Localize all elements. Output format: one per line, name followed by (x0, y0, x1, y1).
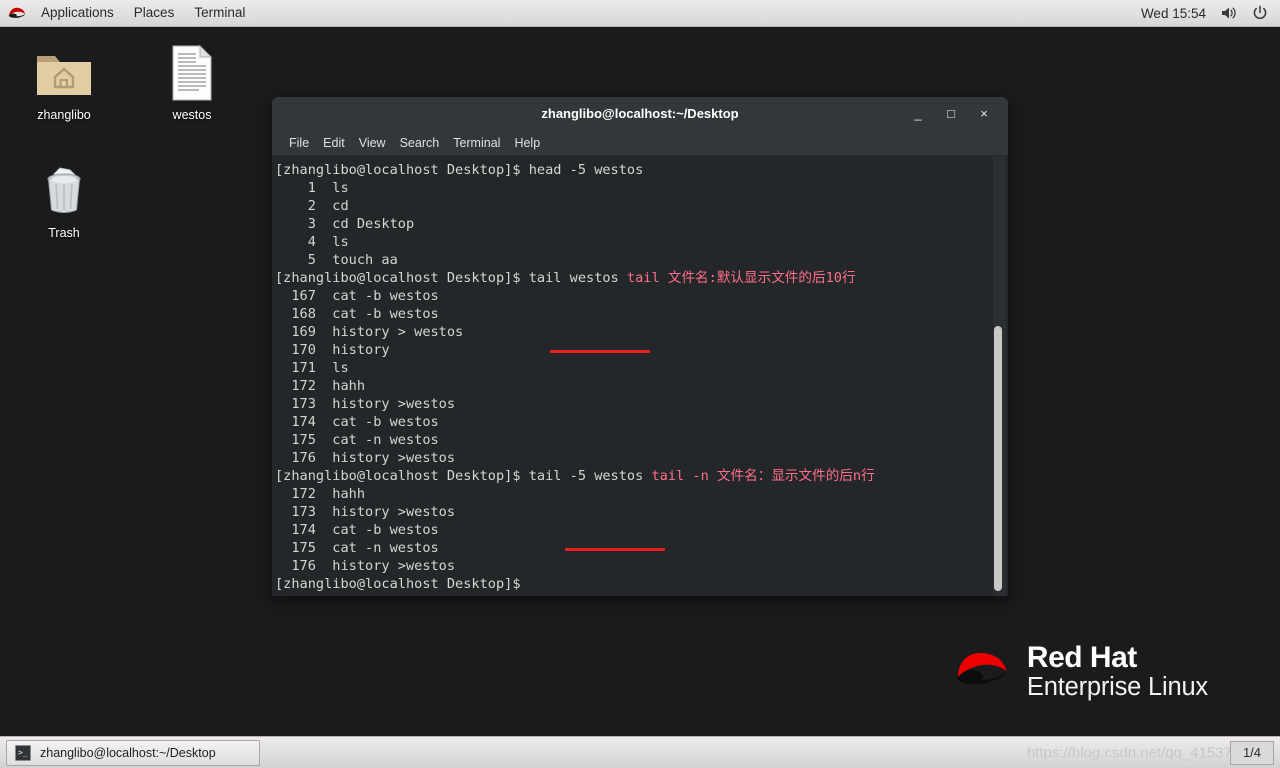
terminal-output-line: 176 history >westos (275, 450, 456, 466)
terminal-title: zhanglibo@localhost:~/Desktop (541, 106, 739, 121)
terminal-output-line: 171 ls (275, 360, 349, 376)
menu-terminal[interactable]: Terminal (446, 134, 507, 152)
terminal-output-line: 169 history > westos (275, 324, 464, 340)
menu-applications[interactable]: Applications (31, 2, 124, 24)
close-icon[interactable]: × (977, 106, 991, 121)
menu-help[interactable]: Help (507, 134, 547, 152)
annotation-note: tail -n 文件名：显示文件的后n行 (643, 468, 875, 484)
power-icon[interactable] (1252, 5, 1268, 21)
terminal-output-line: 174 cat -b westos (275, 522, 439, 538)
terminal-output-line: 3 cd Desktop (275, 216, 415, 232)
menu-view[interactable]: View (352, 134, 393, 152)
trash-can-icon (36, 158, 92, 220)
shell-prompt: [zhanglibo@localhost Desktop]$ (275, 162, 529, 178)
terminal-output-line: 174 cat -b westos (275, 414, 439, 430)
terminal-output-line: 168 cat -b westos (275, 306, 439, 322)
shell-prompt: [zhanglibo@localhost Desktop]$ (275, 576, 529, 592)
terminal-output-line: 167 cat -b westos (275, 288, 439, 304)
top-panel-left: Applications Places Terminal (0, 2, 255, 24)
terminal-output-line: 5 touch aa (275, 252, 398, 268)
terminal-prompt-line: [zhanglibo@localhost Desktop]$ (275, 575, 1008, 593)
redhat-fedora-icon (7, 6, 31, 20)
terminal-prompt-line: [zhanglibo@localhost Desktop]$ tail -5 w… (275, 467, 1008, 485)
terminal-output-line: 4 ls (275, 234, 349, 250)
shell-prompt: [zhanglibo@localhost Desktop]$ (275, 270, 529, 286)
rhel-wordmark: Red Hat Enterprise Linux (1027, 643, 1208, 701)
home-folder-icon (33, 40, 95, 102)
terminal-output-line: 172 hahh (275, 486, 366, 502)
menu-search[interactable]: Search (393, 134, 447, 152)
text-document-icon (169, 40, 215, 102)
terminal-titlebar[interactable]: zhanglibo@localhost:~/Desktop _ □ × (272, 97, 1008, 130)
desktop-icon-home[interactable]: zhanglibo (16, 40, 112, 123)
shell-prompt: [zhanglibo@localhost Desktop]$ (275, 468, 529, 484)
desktop-icon-label: Trash (48, 226, 80, 240)
terminal-output-line: 173 history >westos (275, 396, 456, 412)
minimize-icon[interactable]: _ (911, 106, 925, 121)
red-underline (565, 548, 665, 551)
menu-edit[interactable]: Edit (316, 134, 352, 152)
desktop-screen: Applications Places Terminal Wed 15:54 z… (0, 0, 1280, 768)
terminal-output-line: 175 cat -n westos (275, 432, 439, 448)
shell-command: tail westos (528, 270, 619, 286)
desktop-icon-label: westos (172, 108, 212, 122)
terminal-scrollbar[interactable] (993, 156, 1006, 596)
menu-places[interactable]: Places (124, 2, 185, 24)
desktop-icon-trash[interactable]: Trash (16, 158, 112, 241)
taskbar: >_ zhanglibo@localhost:~/Desktop https:/… (0, 736, 1280, 768)
watermark-text: https://blog.csdn.net/qq_41537 (1026, 744, 1232, 761)
desktop-icon-westos[interactable]: westos (144, 40, 240, 123)
terminal-output-line: 1 ls (275, 180, 349, 196)
shell-command: head -5 westos (528, 162, 644, 178)
terminal-icon: >_ (15, 744, 31, 761)
taskbar-window-button[interactable]: >_ zhanglibo@localhost:~/Desktop (6, 739, 260, 766)
redhat-fedora-logo (951, 647, 1013, 696)
terminal-body[interactable]: [zhanglibo@localhost Desktop]$ head -5 w… (272, 156, 1008, 596)
red-underline (550, 350, 650, 353)
clock[interactable]: Wed 15:54 (1141, 6, 1206, 21)
terminal-output-line: 2 cd (275, 198, 349, 214)
speaker-icon[interactable] (1220, 5, 1238, 21)
brand-line-1: Red Hat (1026, 641, 1137, 674)
workspace-switcher[interactable]: 1/4 (1230, 740, 1274, 765)
terminal-output-line: 176 history >westos (275, 558, 456, 574)
terminal-menubar: File Edit View Search Terminal Help (272, 130, 1008, 156)
shell-command: tail -5 westos (528, 468, 644, 484)
annotation-note: tail 文件名:默认显示文件的后10行 (618, 270, 856, 286)
terminal-output: [zhanglibo@localhost Desktop]$ head -5 w… (275, 161, 1008, 593)
top-panel: Applications Places Terminal Wed 15:54 (0, 0, 1280, 27)
menu-file[interactable]: File (282, 134, 316, 152)
taskbar-window-label: zhanglibo@localhost:~/Desktop (40, 745, 216, 760)
window-controls: _ □ × (911, 106, 1008, 121)
brand-line-2: Enterprise Linux (1026, 673, 1208, 701)
desktop-icon-label: zhanglibo (37, 108, 91, 122)
terminal-window[interactable]: zhanglibo@localhost:~/Desktop _ □ × File… (272, 97, 1008, 596)
terminal-output-line: 172 hahh (275, 378, 366, 394)
top-panel-right: Wed 15:54 (1141, 5, 1280, 21)
menu-terminal[interactable]: Terminal (184, 2, 255, 24)
maximize-icon[interactable]: □ (944, 106, 958, 121)
rhel-brand-logo: Red Hat Enterprise Linux (951, 643, 1208, 701)
terminal-prompt-line: [zhanglibo@localhost Desktop]$ tail west… (275, 269, 1008, 287)
terminal-output-line: 173 history >westos (275, 504, 456, 520)
scrollbar-thumb[interactable] (994, 326, 1002, 591)
terminal-prompt-line: [zhanglibo@localhost Desktop]$ head -5 w… (275, 161, 1008, 179)
